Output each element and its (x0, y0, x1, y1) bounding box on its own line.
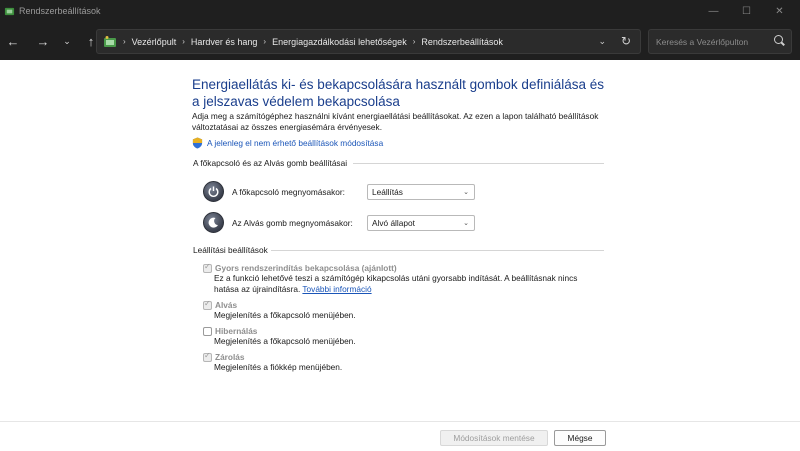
fast-startup-desc-line1: Ez a funkció lehetővé teszi a számítógép… (214, 273, 578, 283)
shield-icon (192, 137, 203, 149)
search-input[interactable]: Keresés a Vezérlőpulton (648, 29, 792, 54)
hibernate-option-description: Megjelenítés a főkapcsoló menüjében. (214, 336, 356, 346)
back-arrow-icon[interactable]: ← (2, 30, 24, 52)
recent-locations-chevron-icon[interactable]: ⌄ (60, 30, 74, 52)
power-icon (203, 181, 224, 202)
control-panel-icon (104, 35, 116, 47)
cancel-button[interactable]: Mégse (554, 430, 606, 446)
lock-option-label: Zárolás (215, 352, 245, 362)
fast-startup-checkbox[interactable] (203, 262, 212, 273)
hibernate-option-label: Hibernálás (215, 326, 258, 336)
breadcrumb-item-control-panel[interactable]: Vezérlőpult (132, 37, 177, 47)
address-bar[interactable]: › Vezérlőpult › Hardver és hang › Energi… (96, 29, 641, 54)
sleep-button-action-select[interactable]: Alvó állapot ⌄ (367, 214, 475, 231)
minimize-button[interactable]: — (697, 0, 730, 22)
chevron-right-icon: › (182, 37, 185, 46)
control-panel-app-icon (4, 7, 15, 15)
more-info-link[interactable]: További információ (302, 284, 371, 294)
address-dropdown-icon[interactable]: ⌄ (598, 36, 606, 47)
chevron-right-icon: › (123, 37, 126, 46)
sleep-option: Alvás Megjelenítés a főkapcsoló menüjébe… (203, 299, 356, 321)
refresh-icon[interactable]: ↻ (621, 34, 631, 48)
chevron-down-icon: ⌄ (463, 188, 469, 196)
maximize-button[interactable]: ☐ (730, 0, 763, 22)
power-button-action-value: Leállítás (372, 186, 403, 197)
chevron-right-icon: › (263, 37, 267, 46)
sleep-option-label: Alvás (215, 300, 238, 310)
main-content: Energiaellátás ki- és bekapcsolására has… (0, 60, 800, 421)
fast-startup-description: Ez a funkció lehetővé teszi a számítógép… (214, 273, 614, 295)
power-button-action-select[interactable]: Leállítás ⌄ (367, 183, 475, 200)
navigation-bar: ← → ⌄ ↑ › Vezérlőpult › Hardver és hang … (0, 22, 800, 60)
divider (271, 250, 604, 251)
fast-startup-label: Gyors rendszerindítás bekapcsolása (aján… (215, 263, 397, 273)
lock-option: Zárolás Megjelenítés a fiókkép menüjében… (203, 351, 343, 373)
page-title: Energiaellátás ki- és bekapcsolására has… (192, 77, 604, 109)
lock-checkbox[interactable] (203, 351, 212, 362)
divider (353, 163, 604, 164)
fast-startup-option: Gyors rendszerindítás bekapcsolása (aján… (203, 262, 614, 295)
sleep-button-label: Az Alvás gomb megnyomásakor: (232, 217, 353, 228)
sleep-icon (203, 212, 224, 233)
sleep-button-row: Az Alvás gomb megnyomásakor: Alvó állapo… (203, 212, 475, 233)
lock-option-description: Megjelenítés a fiókkép menüjében. (214, 362, 343, 372)
search-placeholder: Keresés a Vezérlőpulton (656, 36, 749, 47)
breadcrumb-item-hardware[interactable]: Hardver és hang (191, 37, 258, 47)
power-button-row: A főkapcsoló megnyomásakor: Leállítás ⌄ (203, 181, 475, 202)
breadcrumb-item-system-settings[interactable]: Rendszerbeállítások (421, 37, 503, 47)
sleep-option-description: Megjelenítés a főkapcsoló menüjében. (214, 310, 356, 320)
hibernate-checkbox[interactable] (203, 326, 212, 336)
sleep-checkbox[interactable] (203, 299, 212, 310)
power-buttons-group-title: A főkapcsoló és az Alvás gomb beállítása… (193, 158, 348, 168)
admin-link-label: A jelenleg el nem érhető beállítások mód… (207, 138, 384, 148)
title-bar: Rendszerbeállítások — ☐ ✕ (0, 0, 800, 22)
footer-bar: Módosítások mentése Mégse (0, 421, 800, 451)
page-description: Adja meg a számítógéphez használni kíván… (192, 111, 599, 132)
power-button-label: A főkapcsoló megnyomásakor: (232, 186, 345, 197)
chevron-right-icon: › (412, 37, 416, 46)
chevron-down-icon: ⌄ (463, 219, 469, 227)
window-title: Rendszerbeállítások (19, 6, 101, 16)
save-changes-button[interactable]: Módosítások mentése (440, 430, 548, 446)
change-unavailable-settings-link[interactable]: A jelenleg el nem érhető beállítások mód… (192, 137, 383, 149)
forward-arrow-icon[interactable]: → (32, 30, 54, 52)
search-icon[interactable] (774, 35, 783, 44)
fast-startup-desc-line2: hatása az újraindításra. (214, 284, 301, 294)
hibernate-option: Hibernálás Megjelenítés a főkapcsoló men… (203, 326, 356, 347)
close-button[interactable]: ✕ (763, 0, 796, 22)
breadcrumb-item-power-options[interactable]: Energiagazdálkodási lehetőségek (272, 37, 407, 47)
shutdown-settings-group-title: Leállítási beállítások (193, 245, 268, 255)
sleep-button-action-value: Alvó állapot (372, 217, 415, 228)
